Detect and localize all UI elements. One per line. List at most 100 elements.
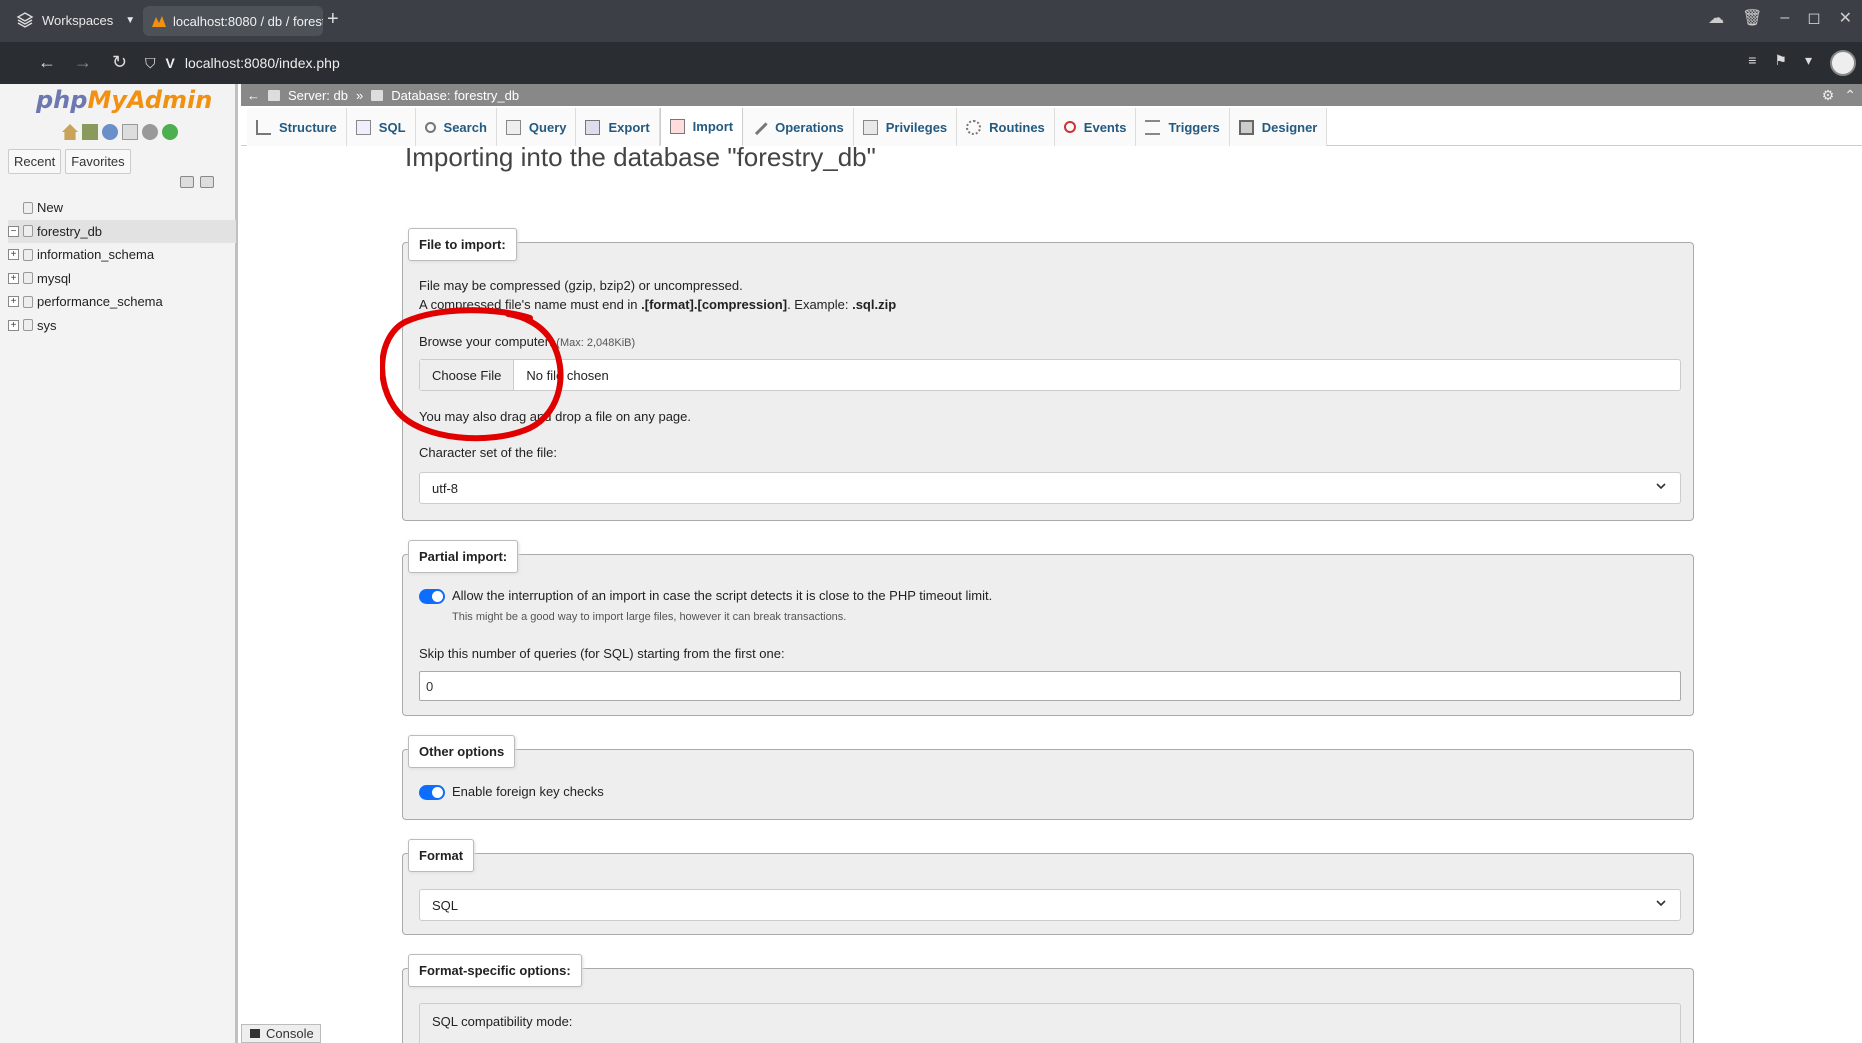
shield-icon[interactable]: ⛉ (145, 55, 156, 72)
home-icon[interactable] (62, 124, 78, 140)
skip-queries-input[interactable]: 0 (419, 671, 1681, 701)
format-legend: Format (408, 839, 475, 872)
tab-search[interactable]: Search (415, 108, 497, 146)
database-icon (371, 89, 384, 101)
format-specific-fieldset: Format-specific options: SQL compatibili… (402, 954, 1694, 1043)
tree-item-performance-schema[interactable]: + performance_schema (8, 290, 236, 314)
favorites-button[interactable]: Favorites (65, 149, 131, 174)
collapse-up-icon[interactable]: ⌃ (1844, 87, 1856, 104)
workspaces-menu[interactable]: Workspaces ▼ (16, 11, 135, 29)
reload-nav-icon[interactable] (162, 124, 178, 140)
logout-icon[interactable] (82, 124, 98, 140)
phpmyadmin-logo[interactable]: phpMyAdmin (36, 86, 212, 114)
new-tab-plus-icon[interactable]: + (327, 8, 339, 31)
other-options-legend: Other options (408, 735, 516, 768)
reader-icon[interactable]: ≡ (1748, 52, 1756, 69)
compression-rule: A compressed file's name must end in .[f… (419, 297, 897, 312)
clock-icon (1063, 121, 1076, 133)
charset-select[interactable]: utf-8 (419, 472, 1681, 504)
tab-privileges[interactable]: Privileges (853, 108, 958, 146)
docs-icon[interactable] (122, 124, 138, 140)
expand-icon[interactable]: + (8, 296, 19, 308)
tab-import[interactable]: Import (659, 108, 744, 146)
tree-item-information-schema[interactable]: + information_schema (8, 243, 236, 267)
minimize-icon[interactable]: – (1780, 9, 1789, 27)
format-specific-legend: Format-specific options: (408, 954, 582, 987)
routines-icon (966, 119, 982, 135)
tab-operations[interactable]: Operations (743, 108, 854, 146)
new-database-icon (23, 201, 33, 214)
expand-icon[interactable]: + (8, 319, 19, 331)
foreign-key-checks-toggle[interactable] (419, 785, 445, 800)
breadcrumb-database[interactable]: Database: forestry_db (391, 88, 519, 103)
main-tabs: Structure SQL Search Query Export Import… (247, 108, 1328, 146)
browser-tab-active[interactable]: localhost:8080 / db / foresti (143, 6, 323, 36)
collapse-icon[interactable]: − (8, 225, 19, 237)
tree-item-sys[interactable]: + sys (8, 314, 236, 338)
trash-icon[interactable]: 🗑 (1742, 8, 1762, 28)
drag-drop-hint: You may also drag and drop a file on any… (419, 409, 691, 424)
address-bar[interactable]: ⛉ V localhost:8080/index.php (145, 49, 1705, 77)
search-icon (424, 121, 436, 133)
reload-icon[interactable]: ↻ (112, 52, 127, 73)
database-icon (23, 295, 33, 308)
browser-tab-bar: Workspaces ▼ localhost:8080 / db / fores… (0, 0, 1862, 42)
tree-item-new[interactable]: New (8, 196, 236, 220)
settings-gear-icon[interactable]: ⚙ (1822, 87, 1835, 104)
wrench-icon (751, 118, 768, 136)
back-arrow-icon[interactable]: ← (38, 52, 56, 73)
database-icon (23, 319, 33, 332)
breadcrumb-server[interactable]: Server: db (288, 88, 348, 103)
url-text: localhost:8080/index.php (184, 55, 340, 71)
import-icon (669, 119, 685, 134)
tree-item-mysql[interactable]: + mysql (8, 267, 236, 291)
breadcrumb: ← Server: db » Database: forestry_db ⚙ ⌃ (241, 84, 1862, 106)
export-icon (585, 119, 601, 135)
browser-tab-title: localhost:8080 / db / foresti (173, 13, 323, 29)
profile-avatar[interactable] (1830, 50, 1856, 76)
dropdown-icon[interactable]: ▾ (1805, 52, 1812, 69)
allow-interrupt-toggle[interactable] (419, 589, 445, 604)
settings-gear-icon[interactable] (142, 124, 158, 140)
collapse-sidebar-icon[interactable]: ← (247, 88, 260, 103)
cloud-icon[interactable]: ☁ (1708, 8, 1724, 28)
allow-interrupt-hint: This might be a good way to import large… (452, 611, 847, 623)
tree-item-forestry-db[interactable]: − forestry_db (8, 219, 236, 243)
help-icon[interactable] (102, 124, 118, 140)
other-options-fieldset: Other options Enable foreign key checks (402, 735, 1694, 820)
format-select[interactable]: SQL (419, 889, 1681, 921)
maximize-icon[interactable]: ◻ (1807, 8, 1820, 28)
query-icon (505, 119, 521, 135)
collapse-all-icon[interactable] (180, 176, 194, 188)
close-icon[interactable]: ✕ (1839, 8, 1852, 28)
address-bar-actions: ≡ ⚑ ▾ (1748, 52, 1812, 69)
tab-export[interactable]: Export (576, 108, 660, 146)
format-fieldset: Format SQL (402, 839, 1694, 935)
file-to-import-fieldset: File to import: File may be compressed (… (402, 228, 1694, 521)
forward-arrow-icon[interactable]: → (74, 52, 92, 73)
recent-button[interactable]: Recent (8, 149, 62, 174)
link-with-main-icon[interactable] (200, 176, 214, 188)
choose-file-button[interactable]: Choose File (420, 360, 515, 390)
file-input[interactable]: Choose File No file chosen (419, 359, 1681, 391)
console-toggle[interactable]: Console (241, 1024, 321, 1043)
breadcrumb-actions: ⚙ ⌃ (1822, 87, 1856, 104)
tab-sql[interactable]: SQL (346, 108, 416, 146)
compression-info: File may be compressed (gzip, bzip2) or … (419, 278, 743, 293)
window-controls: ☁ 🗑 – ◻ ✕ (1708, 8, 1852, 28)
allow-interrupt-label: Allow the interruption of an import in c… (452, 588, 993, 603)
database-icon (23, 272, 33, 285)
expand-icon[interactable]: + (8, 272, 19, 284)
tab-routines[interactable]: Routines (957, 108, 1055, 146)
database-icon (23, 225, 33, 238)
tab-designer[interactable]: Designer (1229, 108, 1328, 146)
tab-events[interactable]: Events (1054, 108, 1137, 146)
tab-query[interactable]: Query (496, 108, 577, 146)
tab-triggers[interactable]: Triggers (1136, 108, 1230, 146)
bookmark-icon[interactable]: ⚑ (1774, 52, 1787, 69)
chevron-down-icon: ▼ (125, 14, 136, 26)
tab-structure[interactable]: Structure (247, 108, 347, 146)
browse-label: Browse your computer: (Max: 2,048KiB) (419, 334, 636, 349)
console-icon (250, 1029, 260, 1038)
expand-icon[interactable]: + (8, 249, 19, 261)
